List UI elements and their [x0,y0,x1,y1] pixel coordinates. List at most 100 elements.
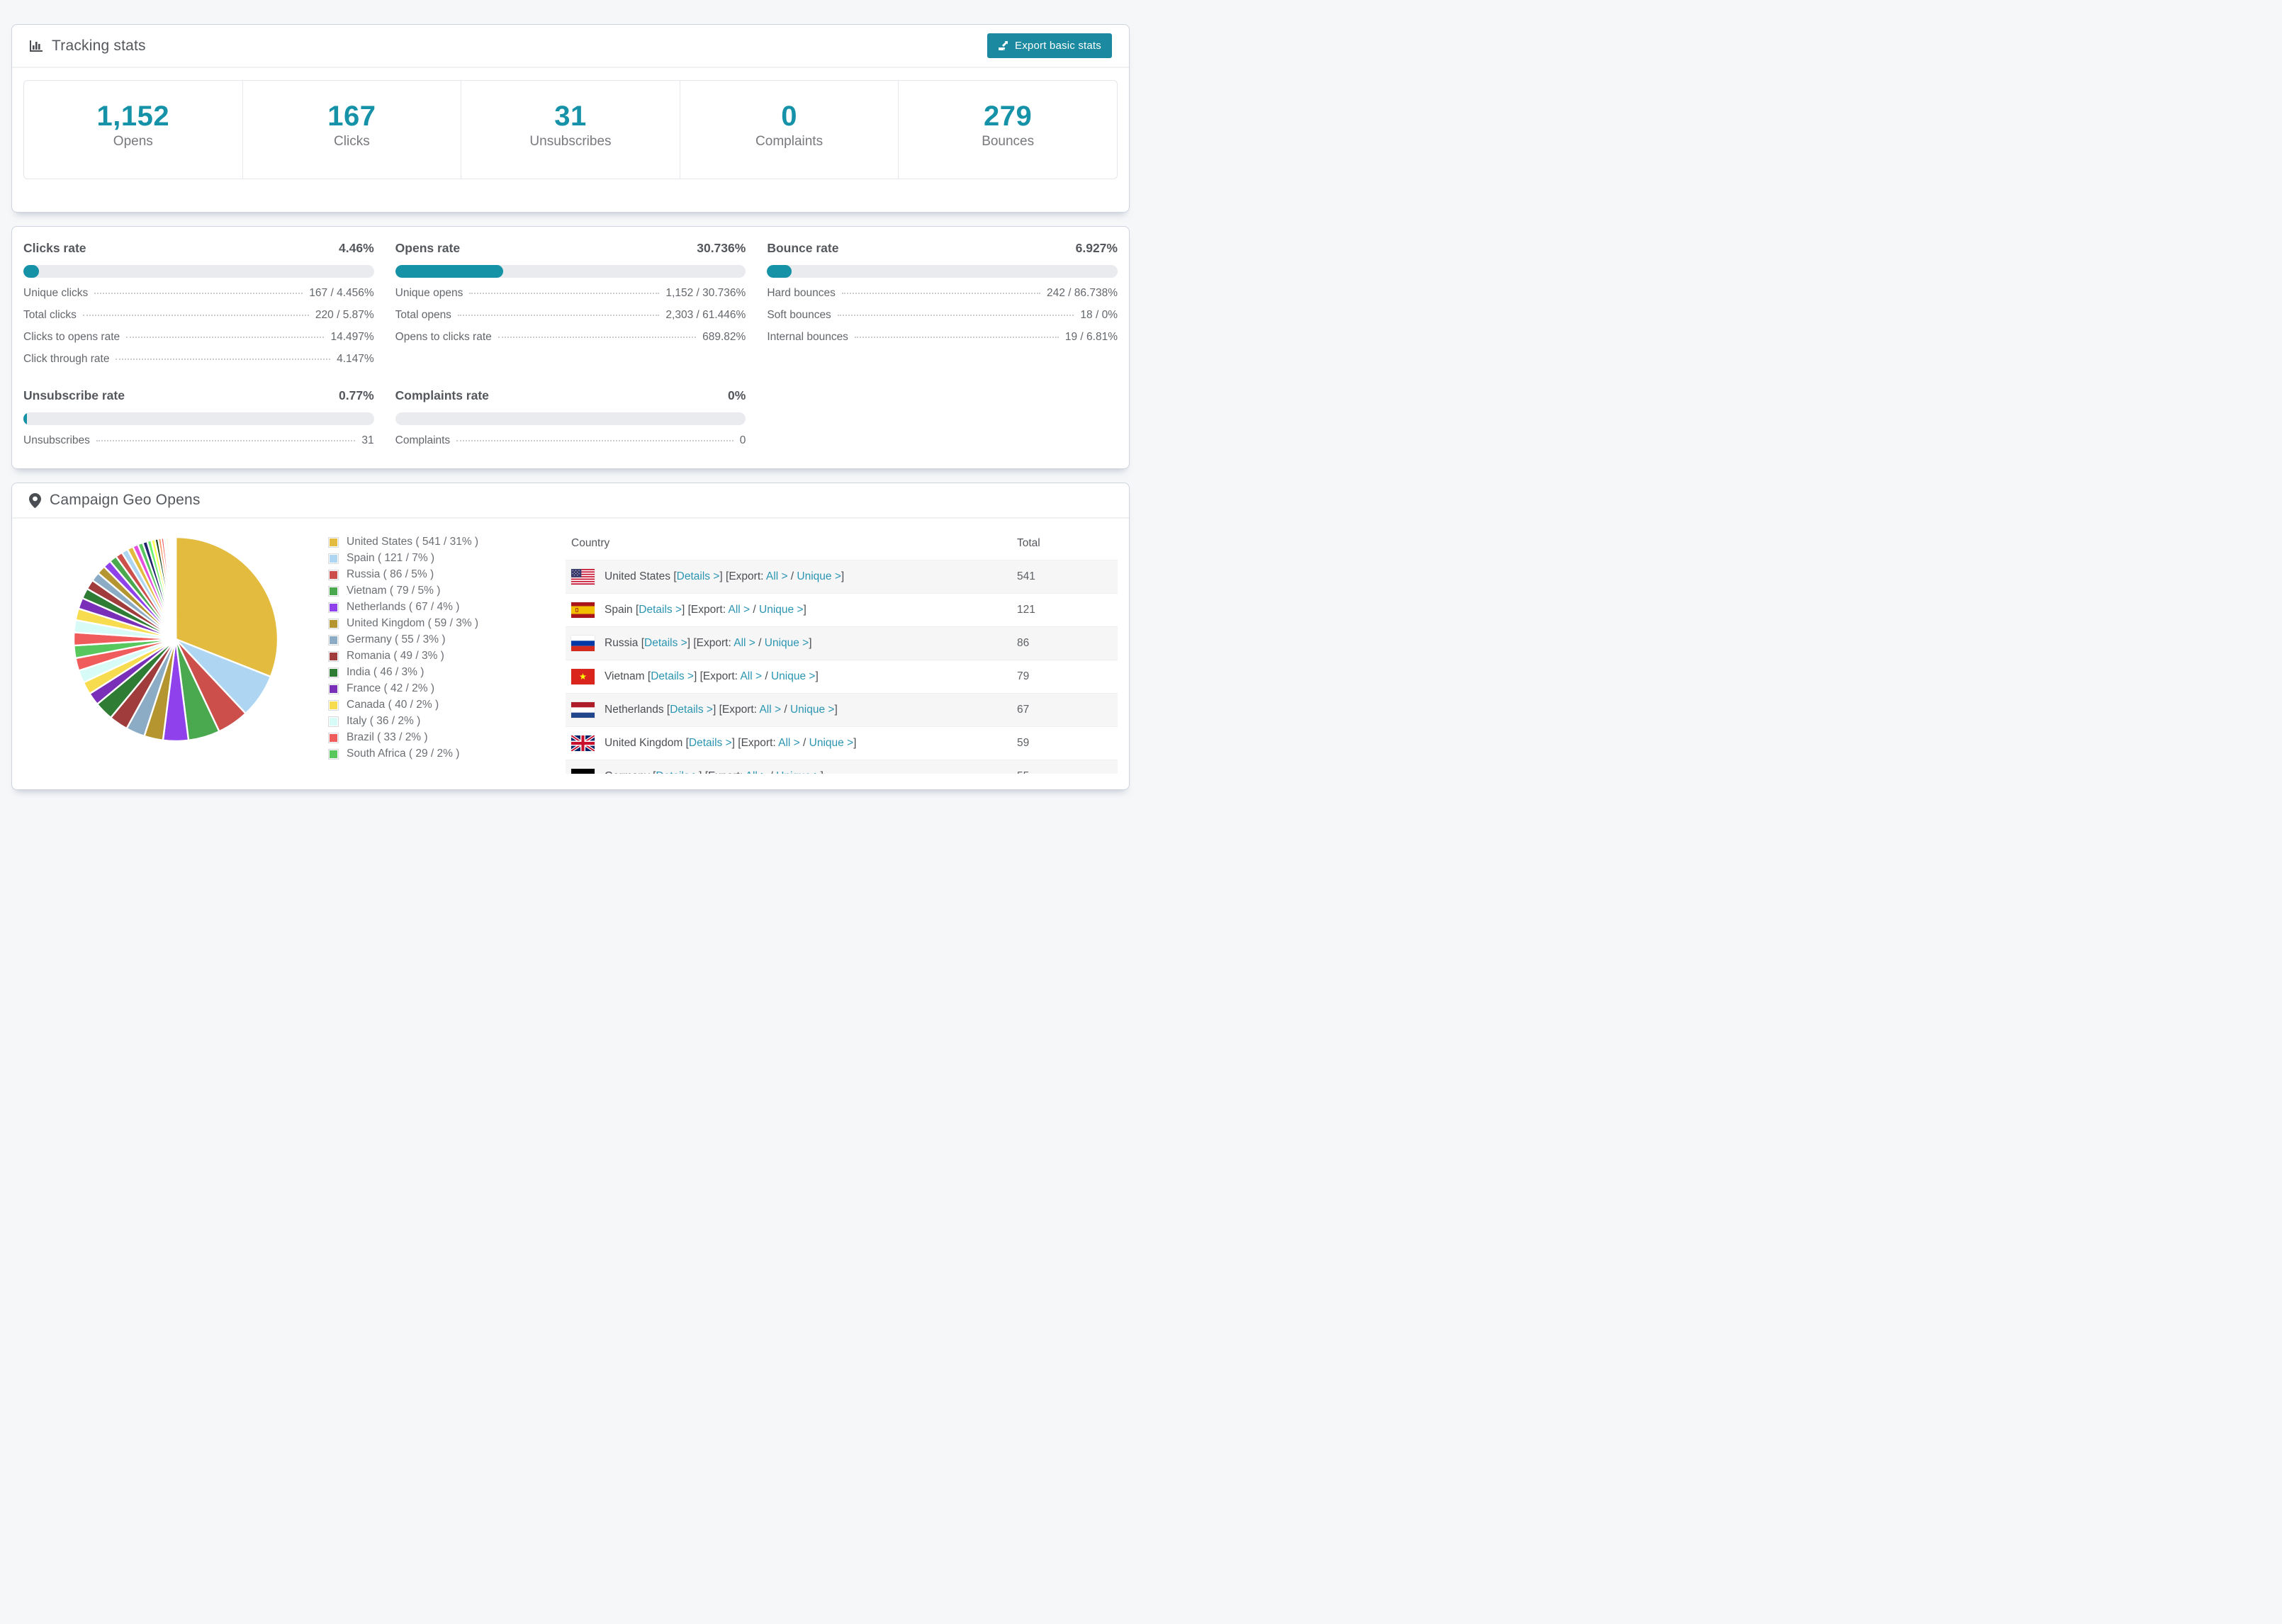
legend-swatch [328,602,339,613]
stat-label: Bounces [982,133,1035,149]
export-unique-link[interactable]: Unique > [797,570,841,582]
legend-item-brazil[interactable]: Brazil ( 33 / 2% ) [328,731,566,744]
us-flag-icon [571,569,595,585]
rate-value: 0% [728,388,746,402]
export-all-link[interactable]: All > [740,670,762,682]
legend-swatch [328,553,339,564]
export-all-link[interactable]: All > [759,704,781,716]
legend-label: Brazil ( 33 / 2% ) [347,731,428,743]
details-link[interactable]: Details > [644,637,687,649]
nl-flag-icon [571,702,595,718]
geo-total-cell: 79 [1017,670,1030,682]
export-all-link[interactable]: All > [734,637,755,649]
legend-label: Spain ( 121 / 7% ) [347,552,435,564]
legend-item-canada[interactable]: Canada ( 40 / 2% ) [328,699,566,711]
rate-detail-label: Unsubscribes [23,434,90,446]
country-name: United Kingdom [605,737,686,750]
export-basic-stats-button[interactable]: Export basic stats [987,33,1112,58]
export-unique-link[interactable]: Unique > [771,670,815,682]
stat-value: 1,152 [96,100,170,132]
geo-country-cell: United Kingdom [Details >] [Export: All … [566,727,1011,760]
geo-header: Campaign Geo Opens [12,483,1129,519]
stat-label: Opens [113,133,153,149]
geo-pie-chart[interactable] [23,529,328,774]
export-unique-link[interactable]: Unique > [759,604,803,616]
summary-stats-row: 1,152 Opens 167 Clicks 31 Unsubscribes 0 Compla… [23,80,1118,179]
bracket: ] [Export: [699,770,745,774]
export-all-link[interactable]: All > [766,570,788,582]
details-link[interactable]: Details > [670,704,713,716]
rate-detail-row: Unsubscribes 31 [23,434,374,447]
rate-panel-opens-rate: Opens rate 30.736% Unique opens 1,152 / 30.… [395,241,746,366]
campaign-geo-opens-card: Campaign Geo Opens United States ( 541 /… [11,483,1130,790]
details-link[interactable]: Details > [677,570,720,582]
slash: / [767,770,776,774]
legend-item-france[interactable]: France ( 42 / 2% ) [328,682,566,695]
legend-item-germany[interactable]: Germany ( 55 / 3% ) [328,633,566,646]
export-unique-link[interactable]: Unique > [765,637,809,649]
export-all-link[interactable]: All > [746,770,768,774]
export-unique-link[interactable]: Unique > [776,770,820,774]
details-link[interactable]: Details > [639,604,682,616]
map-pin-icon [29,492,41,508]
rate-detail-value: 167 / 4.456% [309,287,374,299]
legend-item-spain[interactable]: Spain ( 121 / 7% ) [328,552,566,565]
details-link[interactable]: Details > [656,770,699,774]
details-link[interactable]: Details > [651,670,694,682]
legend-item-south-africa[interactable]: South Africa ( 29 / 2% ) [328,748,566,760]
rate-value: 6.927% [1075,241,1118,255]
dotted-leader [94,293,303,294]
legend-label: France ( 42 / 2% ) [347,682,435,694]
dotted-leader [837,315,1074,316]
legend-swatch [328,536,339,548]
rate-detail-row: Internal bounces 19 / 6.81% [767,331,1118,344]
geo-country-cell: Netherlands [Details >] [Export: All > /… [566,694,1011,727]
rate-detail-label: Total opens [395,309,451,321]
legend-label: Canada ( 40 / 2% ) [347,699,439,711]
dotted-leader [82,315,309,316]
legend-swatch [328,618,339,629]
stat-value: 279 [984,100,1033,132]
legend-item-united-kingdom[interactable]: United Kingdom ( 59 / 3% ) [328,617,566,630]
export-unique-link[interactable]: Unique > [790,704,834,716]
legend-label: United States ( 541 / 31% ) [347,536,479,548]
legend-label: Romania ( 49 / 3% ) [347,650,444,662]
rate-title: Opens rate [395,241,461,255]
geo-total-cell: 121 [1017,604,1035,616]
dotted-leader [456,440,734,441]
rate-progress-bar [767,265,1118,278]
details-link[interactable]: Details > [689,737,732,749]
legend-item-russia[interactable]: Russia ( 86 / 5% ) [328,568,566,581]
geo-table: Country Total United States [Details >] … [566,529,1118,774]
legend-swatch [328,585,339,597]
rate-detail-value: 18 / 0% [1080,309,1118,321]
bracket: ] [821,770,824,774]
geo-country-cell: Russia [Details >] [Export: All > / Uniq… [566,627,1011,660]
dotted-leader [841,293,1040,294]
legend-item-united-states[interactable]: United States ( 541 / 31% ) [328,536,566,548]
export-unique-link[interactable]: Unique > [809,737,853,749]
rate-detail-value: 220 / 5.87% [315,309,374,321]
legend-swatch [328,650,339,662]
rate-progress-bar [395,265,746,278]
legend-item-italy[interactable]: Italy ( 36 / 2% ) [328,715,566,728]
legend-item-vietnam[interactable]: Vietnam ( 79 / 5% ) [328,585,566,597]
bracket: ] [Export: [682,604,729,616]
export-all-link[interactable]: All > [778,737,800,749]
bracket: ] [Export: [719,570,766,583]
slash: / [750,604,760,616]
legend-swatch [328,748,339,760]
rate-detail-label: Total clicks [23,309,77,321]
rate-detail-row: Unique opens 1,152 / 30.736% [395,287,746,300]
legend-label: Russia ( 86 / 5% ) [347,568,434,580]
legend-item-netherlands[interactable]: Netherlands ( 67 / 4% ) [328,601,566,614]
rate-progress-bar [395,412,746,425]
export-all-link[interactable]: All > [729,604,751,616]
legend-item-romania[interactable]: Romania ( 49 / 3% ) [328,650,566,662]
column-header-country: Country [571,537,610,549]
legend-item-india[interactable]: India ( 46 / 3% ) [328,666,566,679]
geo-total-cell: 67 [1017,704,1030,716]
legend-swatch [328,683,339,694]
country-name: Russia [605,637,641,650]
rate-detail-value: 14.497% [330,331,374,343]
